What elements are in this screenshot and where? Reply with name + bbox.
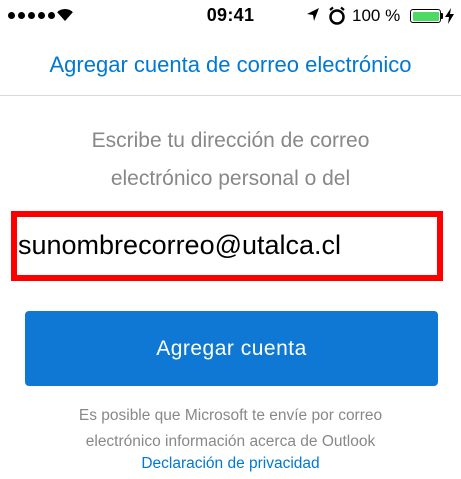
header-divider (0, 95, 461, 96)
alarm-icon (329, 6, 345, 25)
charging-bolt-icon (445, 8, 454, 24)
instructions-text: Escribe tu dirección de correo electróni… (40, 122, 421, 198)
battery-cap (441, 13, 443, 19)
add-account-button[interactable]: Agregar cuenta (25, 311, 438, 386)
page-title: Agregar cuenta de correo electrónico (49, 52, 412, 77)
disclaimer-line-2: electrónico información acerca de Outloo… (85, 433, 376, 450)
status-bar: 09:41 100 % (0, 0, 461, 36)
battery-icon (410, 9, 441, 23)
instructions-line-2: electrónico personal o del (110, 167, 351, 190)
location-arrow-icon (307, 8, 319, 21)
disclaimer-text: Es posible que Microsoft te envíe por co… (20, 403, 441, 455)
battery-level-fill (412, 11, 439, 21)
battery-percent: 100 % (352, 6, 401, 25)
email-field[interactable] (18, 214, 434, 276)
disclaimer-line-1: Es posible que Microsoft te envíe por co… (78, 407, 383, 424)
privacy-link[interactable]: Declaración de privacidad (0, 455, 461, 473)
instructions-line-1: Escribe tu dirección de correo (91, 129, 370, 152)
